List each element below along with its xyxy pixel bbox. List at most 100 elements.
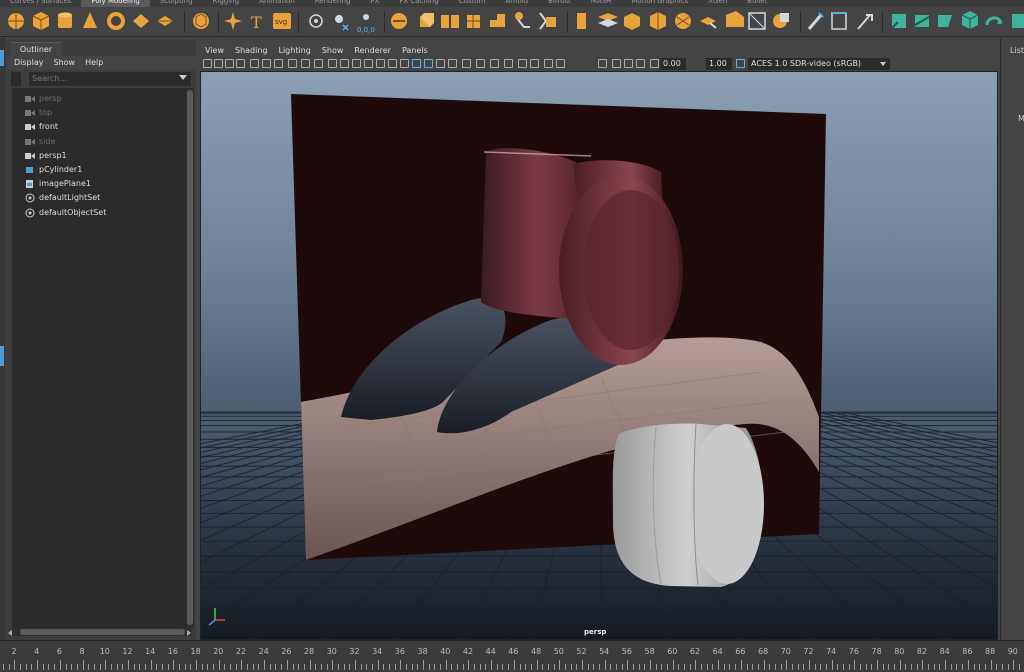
poly-sphere-icon[interactable] (8, 13, 24, 29)
viewport-tool-icon[interactable] (262, 59, 271, 68)
shelf-tab-bifrost[interactable]: Bifrost (538, 0, 581, 7)
bevel-icon[interactable] (441, 15, 459, 28)
multi-cut-icon[interactable] (539, 12, 556, 30)
outliner-item[interactable]: front (25, 120, 58, 133)
viewport-tool-icon[interactable] (650, 59, 659, 68)
outliner-item[interactable]: top (25, 106, 52, 119)
sew-uv-icon[interactable] (1012, 14, 1024, 28)
boolean-icon[interactable] (675, 13, 691, 29)
viewport-menu-lighting[interactable]: Lighting (278, 44, 310, 57)
cut-uv-icon[interactable] (985, 16, 1003, 26)
viewport-tool-icon[interactable] (598, 59, 607, 68)
viewport-tool-icon[interactable] (203, 59, 212, 68)
viewport-tool-icon[interactable] (214, 59, 223, 68)
shelf-tab-poly-modeling[interactable]: Poly Modeling (81, 0, 150, 7)
sparkle-icon[interactable] (224, 12, 242, 30)
outliner-item[interactable]: persp1 (25, 149, 67, 162)
viewport-tool-icon[interactable] (624, 59, 633, 68)
viewport-tool-icon[interactable] (352, 59, 361, 68)
scrollbar-thumb[interactable] (20, 629, 185, 635)
viewport-tool-icon[interactable] (612, 59, 621, 68)
pcylinder-mesh[interactable] (612, 423, 764, 587)
spherical-map-icon[interactable] (938, 15, 952, 27)
poly-cube-icon[interactable] (32, 12, 50, 30)
mirror-icon[interactable] (650, 12, 666, 30)
target-weld-icon[interactable] (577, 13, 586, 29)
shelf-tab-mash[interactable]: MASH (581, 0, 622, 7)
shelf-tab-animation[interactable]: Animation (249, 0, 305, 7)
viewport-menu-view[interactable]: View (205, 44, 224, 57)
insert-loop-icon[interactable] (515, 12, 530, 28)
reduce-icon[interactable] (700, 17, 717, 29)
outliner-item[interactable]: side (25, 135, 55, 148)
outliner-item[interactable]: pCylinder1 (26, 163, 82, 176)
poly-plane-icon[interactable] (133, 14, 149, 28)
viewport-menu-panels[interactable]: Panels (402, 44, 428, 57)
shelf-tab-arnold[interactable]: Arnold (496, 0, 539, 7)
viewport-tool-icon[interactable] (504, 59, 513, 68)
viewport-tool-icon[interactable] (376, 59, 385, 68)
platonic-solid-icon[interactable] (193, 13, 209, 29)
viewport-tool-icon[interactable] (462, 59, 471, 68)
automatic-map-icon[interactable] (961, 11, 979, 29)
viewport-tool-icon[interactable] (436, 59, 445, 68)
poly-cone-icon[interactable] (83, 12, 97, 28)
combine-icon[interactable] (309, 14, 323, 28)
viewport-tool-icon[interactable] (476, 59, 485, 68)
outliner-scrollbar-vertical[interactable] (186, 88, 194, 628)
append-icon[interactable] (467, 15, 480, 28)
shelf-tab-custom[interactable]: Custom (449, 0, 496, 7)
outliner-menu-show[interactable]: Show (54, 56, 76, 70)
chevron-down-icon[interactable] (179, 75, 187, 80)
outliner-menu-display[interactable]: Display (14, 56, 44, 70)
viewport-tool-icon[interactable] (544, 59, 553, 68)
color-management-icon[interactable] (736, 59, 745, 68)
triangulate-icon[interactable] (748, 12, 766, 30)
viewport-tool-icon[interactable] (412, 59, 421, 68)
viewport-tool-icon[interactable] (364, 59, 373, 68)
outliner-item[interactable]: imagePlane1 (26, 177, 91, 190)
shelf-tab-motion-graphics[interactable]: Motion Graphics (621, 0, 698, 7)
bridge-icon[interactable] (391, 13, 407, 29)
chevron-down-icon[interactable] (880, 62, 886, 66)
fill-hole-icon[interactable] (490, 14, 505, 27)
outliner-item[interactable]: persp (25, 92, 62, 105)
extrude-icon[interactable] (420, 13, 434, 27)
viewport-tool-icon[interactable] (328, 59, 337, 68)
gamma-field[interactable]: 1.00 (706, 58, 732, 70)
exposure-field[interactable]: 0.00 (660, 58, 686, 70)
viewport-tool-icon[interactable] (448, 59, 457, 68)
poly-cylinder-icon[interactable] (58, 12, 72, 29)
poly-disc-icon[interactable] (157, 16, 173, 26)
shelf-tab-xgen[interactable]: XGen (698, 0, 737, 7)
search-icon[interactable] (11, 72, 22, 86)
viewport-tool-icon[interactable] (301, 59, 310, 68)
scroll-left-arrow-icon[interactable] (8, 630, 12, 636)
transfer-icon[interactable] (857, 14, 873, 30)
viewport-tool-icon[interactable] (225, 59, 234, 68)
outliner-menu-help[interactable]: Help (85, 56, 103, 70)
shelf-tab-curves-surfaces[interactable]: Curves / Surfaces (0, 0, 81, 7)
scroll-right-arrow-icon[interactable] (187, 630, 191, 636)
shelf-tab-bullet[interactable]: Bullet (737, 0, 777, 7)
uv-editor-icon[interactable] (831, 12, 847, 30)
outliner-item[interactable]: defaultLightSet (25, 191, 100, 204)
cleanup-icon[interactable] (726, 11, 744, 27)
poly-torus-icon[interactable] (107, 12, 125, 30)
viewport-tool-icon[interactable] (400, 59, 409, 68)
viewport-tool-icon[interactable] (518, 59, 527, 68)
viewport-tool-icon[interactable] (636, 59, 645, 68)
viewport-tool-icon[interactable] (556, 59, 565, 68)
viewport-tool-icon[interactable] (288, 59, 297, 68)
viewport-tool-icon[interactable] (340, 59, 349, 68)
outliner-item[interactable]: defaultObjectSet (25, 206, 106, 219)
outliner-scrollbar-horizontal[interactable] (12, 628, 192, 636)
viewport-tool-icon[interactable] (236, 59, 245, 68)
viewport-tool-icon[interactable] (530, 59, 539, 68)
viewport-persp[interactable]: persp (200, 71, 998, 640)
outliner-tab[interactable]: Outliner (11, 42, 61, 56)
viewport-menu-shading[interactable]: Shading (235, 44, 268, 57)
viewport-tool-icon[interactable] (250, 59, 259, 68)
viewport-tool-icon[interactable] (388, 59, 397, 68)
quadrangulate-icon[interactable] (773, 13, 789, 28)
